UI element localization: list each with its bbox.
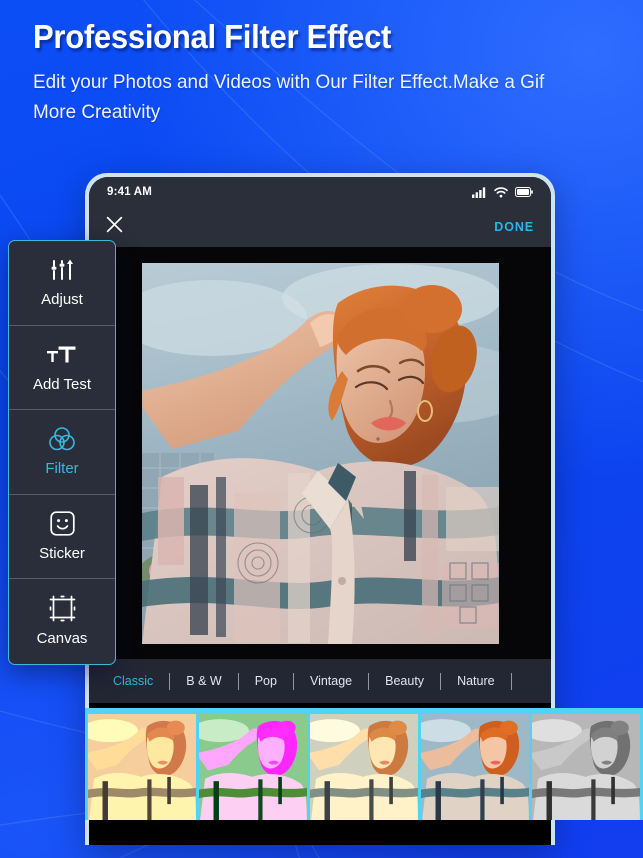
text-icon (47, 342, 77, 368)
tab-vintage[interactable]: Vintage (294, 674, 368, 688)
done-button[interactable]: DONE (494, 220, 534, 234)
venn-circles-icon (49, 426, 75, 452)
filter-thumb-natural[interactable] (421, 714, 529, 820)
tool-item-sticker[interactable]: Sticker (9, 495, 115, 579)
editor-tool-panel[interactable]: Adjust Add Test Filter Sticker Canvas (8, 240, 116, 665)
filter-thumb-black-and-white[interactable] (532, 714, 640, 820)
close-icon[interactable] (106, 216, 123, 238)
tab-beauty[interactable]: Beauty (369, 674, 440, 688)
tab-pop[interactable]: Pop (239, 674, 293, 688)
page-subtitle: Edit your Photos and Videos with Our Fil… (33, 70, 545, 123)
tab-divider (510, 672, 512, 690)
status-icons (472, 186, 533, 198)
tool-item-adjust[interactable]: Adjust (9, 241, 115, 326)
wifi-icon (494, 186, 508, 197)
tab-bw[interactable]: B & W (170, 674, 237, 688)
tool-item-canvas[interactable]: Canvas (9, 579, 115, 664)
filter-thumb-soft-sepia[interactable] (310, 714, 418, 820)
filter-category-tabs[interactable]: Classic B & W Pop Vintage Beauty Nature (89, 659, 551, 703)
editor-top-bar: DONE (89, 207, 551, 247)
tool-label-adjust: Adjust (41, 291, 83, 309)
promo-header: Professional Filter Effect Edit your Pho… (33, 18, 593, 127)
page-title: Professional Filter Effect (33, 18, 392, 55)
crop-frame-icon (49, 595, 76, 622)
sliders-icon (49, 257, 75, 283)
status-clock: 9:41 AM (107, 186, 153, 198)
tool-label-canvas: Canvas (36, 629, 88, 647)
main-photo[interactable] (141, 262, 499, 644)
tool-label-sticker: Sticker (39, 544, 85, 562)
tool-label-filter: Filter (45, 460, 79, 478)
smiley-sticker-icon (49, 511, 75, 537)
tool-label-add-test: Add Test (32, 375, 92, 393)
status-bar: 9:41 AM (89, 177, 551, 207)
tool-item-filter[interactable]: Filter (9, 410, 115, 495)
tool-item-add-test[interactable]: Add Test (9, 326, 115, 410)
tab-classic[interactable]: Classic (97, 674, 169, 688)
filter-thumb-golden-warm[interactable] (88, 714, 196, 820)
tab-nature[interactable]: Nature (441, 674, 511, 688)
filter-thumbnail-strip[interactable] (85, 708, 643, 820)
filter-thumb-magenta-pop[interactable] (199, 714, 307, 820)
cellular-signal-icon (472, 186, 486, 198)
photo-stage (89, 247, 551, 659)
battery-icon (515, 187, 533, 197)
